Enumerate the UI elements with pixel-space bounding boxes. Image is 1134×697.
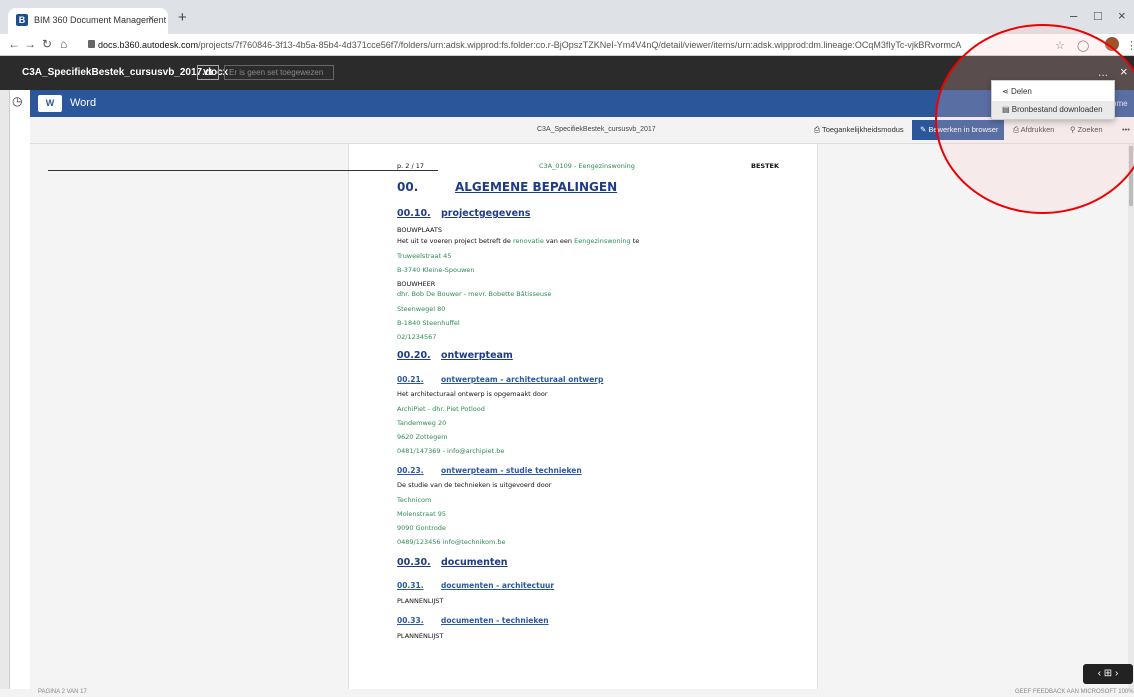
label-bouwplaats: BOUWPLAATS	[397, 226, 443, 234]
tech-address-1: Molenstraat 95	[397, 510, 446, 518]
accessibility-icon: ⎙	[814, 125, 822, 134]
url-host: docs.b360.autodesk.com	[98, 40, 199, 50]
back-icon[interactable]: ←	[8, 37, 20, 51]
heading-00-number: 00.	[397, 180, 419, 194]
history-icon[interactable]: ◷	[12, 94, 22, 108]
minimize-icon[interactable]: –	[1070, 8, 1077, 23]
accessibility-mode-button[interactable]: ⎙ Toegankelijkheidsmodus	[814, 125, 904, 135]
heading-0010-title: projectgegevens	[441, 208, 531, 219]
page-header-mid: C3A_0109 - Eengezinswoning	[539, 162, 635, 170]
arch-name: ArchiPiet - dhr. Piet Potlood	[397, 405, 485, 413]
word-logo-icon: W	[38, 95, 62, 112]
page-header-rule	[48, 170, 438, 171]
bim360-favicon-icon: B	[16, 14, 28, 26]
heading-0023-number: 00.23.	[397, 466, 424, 475]
heading-0020-title: ontwerpteam	[441, 350, 513, 361]
lock-icon	[88, 40, 95, 48]
project-desc-type: Eengezinswoning	[574, 237, 631, 245]
page-header-left: p. 2 / 17	[397, 162, 424, 170]
arch-contact: 0481/147369 - info@archipiet.be	[397, 447, 505, 455]
page-navigator[interactable]: ‹ ⊞ ›	[1083, 664, 1133, 684]
heading-0021-title: ontwerpteam - architecturaal ontwerp	[441, 375, 604, 384]
tech-address-2: 9090 Gontrode	[397, 524, 446, 532]
word-app-label: Word	[70, 97, 97, 109]
feedback-status[interactable]: GEEF FEEDBACK AAN MICROSOFT 100%	[1015, 689, 1134, 695]
document-page: p. 2 / 17 C3A_0109 - Eengezinswoning BES…	[348, 144, 818, 689]
tab-close-icon[interactable]: ×	[148, 13, 154, 25]
tech-name: Technicom	[397, 496, 432, 504]
arch-intro: Het architecturaal ontwerp is opgemaakt …	[397, 390, 548, 398]
plannenlijst-1: PLANNENLIJST	[397, 597, 444, 605]
heading-0010-number: 00.10.	[397, 208, 431, 219]
owner-address-2: B-1840 Steenhuffel	[397, 319, 460, 327]
tech-contact: 0489/123456 info@technikom.be	[397, 538, 506, 546]
forward-icon[interactable]: →	[24, 37, 36, 51]
status-bar: PAGINA 2 VAN 17 GEEF FEEDBACK AAN MICROS…	[0, 689, 1134, 697]
project-desc-reno: renovatie	[513, 237, 544, 245]
heading-0031-title: documenten - architectuur	[441, 581, 555, 590]
menu-item-share[interactable]: ⋖ Delen	[992, 83, 1114, 101]
heading-0033-number: 00.33.	[397, 616, 424, 625]
browser-tab-strip: B BIM 360 Document Management × + – □ ×	[0, 0, 1134, 34]
menu-item-download[interactable]: ▤ Bronbestand downloaden	[992, 101, 1114, 119]
heading-0023-title: ontwerpteam - studie technieken	[441, 466, 582, 475]
share-icon: ⋖	[1002, 87, 1011, 96]
page-count-status: PAGINA 2 VAN 17	[38, 689, 87, 695]
project-desc-pre: Het uit te voeren project betreft de	[397, 237, 511, 245]
arch-address-1: Tandemweg 20	[397, 419, 447, 427]
owner-phone: 02/1234567	[397, 333, 437, 341]
version-badge[interactable]: V1	[197, 65, 219, 80]
project-desc-post: te	[632, 237, 640, 245]
site-address-1: Truweelstraat 45	[397, 252, 452, 260]
plannenlijst-2: PLANNENLIJST	[397, 632, 444, 640]
set-selector[interactable]: Er is geen set toegewezen	[224, 65, 334, 80]
menu-share-label: Delen	[1010, 87, 1032, 96]
vertical-scrollbar[interactable]	[1128, 144, 1134, 689]
window-close-icon[interactable]: ×	[1118, 8, 1126, 23]
tech-intro: De studie van de technieken is uitgevoer…	[397, 481, 552, 489]
heading-0030-title: documenten	[441, 557, 508, 568]
project-desc: Het uit te voeren project betreft de ren…	[397, 237, 639, 245]
download-icon: ▤	[1002, 105, 1012, 114]
browser-menu-icon[interactable]: ⋮	[1126, 39, 1134, 52]
document-area: p. 2 / 17 C3A_0109 - Eengezinswoning BES…	[30, 144, 1134, 689]
maximize-icon[interactable]: □	[1094, 8, 1102, 23]
viewer-doc-title: C3A_SpecifiekBestek_cursusvb_2017	[537, 126, 656, 133]
heading-0030-number: 00.30.	[397, 557, 431, 568]
heading-0020-number: 00.20.	[397, 350, 431, 361]
heading-0021-number: 00.21.	[397, 375, 424, 384]
url-path: /projects/7f760846-3f13-4b5a-85b4-4d371c…	[198, 40, 962, 50]
more-options-menu: ⋖ Delen ▤ Bronbestand downloaden	[991, 80, 1115, 120]
label-bouwheer: BOUWHEER	[397, 280, 436, 288]
arch-address-2: 9620 Zottegem	[397, 433, 448, 441]
menu-download-label: Bronbestand downloaden	[1011, 105, 1103, 114]
accessibility-label: Toegankelijkheidsmodus	[821, 125, 904, 134]
page-header-right: BESTEK	[751, 162, 779, 170]
owner-name: dhr. Bob De Bouwer - mevr. Bobette Bâtis…	[397, 290, 552, 298]
new-tab-button[interactable]: +	[178, 9, 187, 26]
site-address-2: B-3740 Kleine-Spouwen	[397, 266, 475, 274]
address-bar[interactable]: docs.b360.autodesk.com/projects/7f760846…	[98, 37, 1048, 54]
heading-0031-number: 00.31.	[397, 581, 424, 590]
owner-address-1: Steenwegel 80	[397, 305, 446, 313]
heading-0033-title: documenten - technieken	[441, 616, 549, 625]
home-icon[interactable]: ⌂	[60, 37, 67, 51]
project-desc-mid: van een	[545, 237, 573, 245]
reload-icon[interactable]: ↻	[42, 37, 52, 51]
browser-tab[interactable]: B BIM 360 Document Management ×	[8, 8, 168, 34]
tab-title: BIM 360 Document Management	[34, 15, 167, 25]
heading-00-title: ALGEMENE BEPALINGEN	[455, 180, 618, 194]
left-rail	[0, 90, 10, 697]
